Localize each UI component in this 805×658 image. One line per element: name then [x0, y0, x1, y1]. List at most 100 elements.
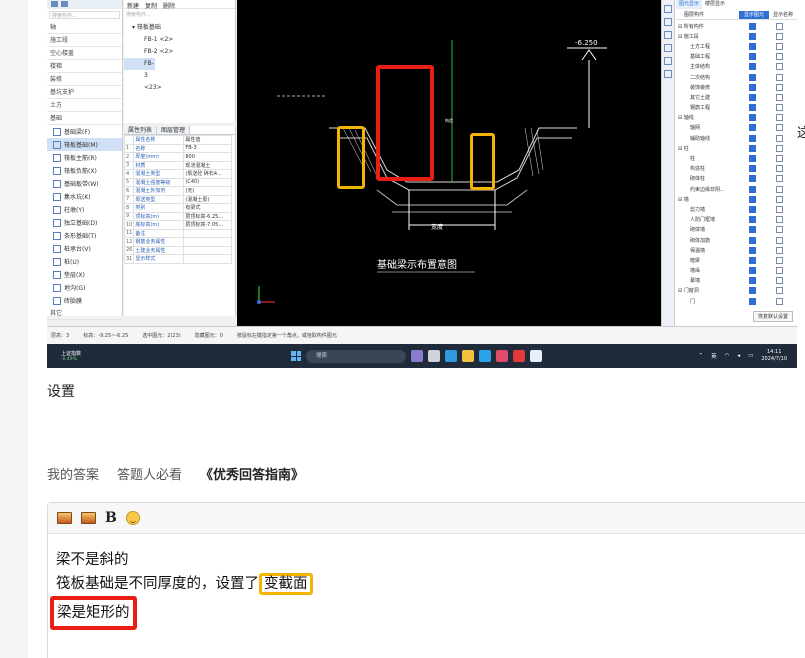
layer-name-checkbox[interactable] — [776, 124, 783, 132]
taskbar-search-input[interactable]: 搜索 — [306, 349, 406, 363]
nav-search-input[interactable]: 搜索构件... — [49, 11, 120, 19]
property-row[interactable]: 7 泵送类型 (混凝土泵) — [123, 194, 232, 204]
layer-name-checkbox[interactable] — [776, 165, 783, 173]
nav-foundation-item[interactable]: 集水坑(K) — [47, 190, 122, 203]
property-tab[interactable]: 图层管理 — [157, 126, 191, 134]
nav-foundation-item[interactable]: 垫层(X) — [47, 268, 122, 281]
layer-show-checkbox[interactable] — [749, 185, 756, 193]
layer-icon[interactable] — [664, 18, 672, 26]
emoji-icon[interactable] — [125, 511, 140, 525]
layer-show-checkbox[interactable] — [749, 134, 756, 142]
layer-show-checkbox[interactable] — [749, 63, 756, 71]
app-icon-5[interactable] — [496, 350, 508, 362]
cad-canvas[interactable]: -6.250 宽度 构造 基础梁示布置意图 — [237, 0, 661, 326]
layer-name-checkbox[interactable] — [776, 155, 783, 163]
nav-foundation-item[interactable]: 基础梁(F) — [47, 125, 122, 138]
layer-show-checkbox[interactable] — [749, 195, 756, 203]
layer-name-checkbox[interactable] — [776, 144, 783, 152]
nav-foundation-item[interactable]: 独立基础(D) — [47, 216, 122, 229]
layer-name-checkbox[interactable] — [776, 93, 783, 101]
properties-icon[interactable] — [664, 70, 672, 78]
nav-category[interactable]: 土方 — [47, 99, 122, 112]
battery-icon[interactable]: ▭ — [748, 353, 753, 359]
app-icon-t[interactable] — [479, 350, 491, 362]
expand-icon[interactable] — [51, 1, 58, 7]
layer-name-checkbox[interactable] — [776, 134, 783, 142]
property-row[interactable]: 9 顶标高(m) 层顶标高-6.25... — [123, 211, 232, 221]
layer-name-checkbox[interactable] — [776, 22, 783, 30]
layer-show-checkbox[interactable] — [749, 165, 756, 173]
list-icon[interactable] — [61, 1, 68, 7]
layer-tab[interactable]: 图元显示 — [676, 0, 703, 9]
layer-show-checkbox[interactable] — [749, 114, 756, 122]
layer-show-checkbox[interactable] — [749, 42, 756, 50]
property-row[interactable]: 1 名称 FB-3 — [123, 143, 232, 153]
layer-show-checkbox[interactable] — [749, 32, 756, 40]
layer-name-checkbox[interactable] — [776, 175, 783, 183]
layer-name-checkbox[interactable] — [776, 256, 783, 264]
nav-category[interactable]: 装修 — [47, 73, 122, 86]
chevron-up-icon[interactable]: ⌃ — [698, 353, 703, 359]
property-tab[interactable]: 属性列表 — [124, 126, 158, 134]
layer-name-checkbox[interactable] — [776, 73, 783, 81]
layer-name-checkbox[interactable] — [776, 297, 783, 305]
clock[interactable]: 14:11 2024/7/10 — [761, 349, 787, 363]
property-row[interactable]: 10 底标高(m) 层顶标高-7.05... — [123, 220, 232, 230]
layer-name-checkbox[interactable] — [776, 32, 783, 40]
layer-show-checkbox[interactable] — [749, 53, 756, 61]
image-upload-icon[interactable] — [81, 512, 96, 524]
layer-show-checkbox[interactable] — [749, 83, 756, 91]
layer-col-show[interactable]: 显示图元 — [739, 11, 769, 19]
property-row[interactable]: 8 类别 有梁式 — [123, 203, 232, 213]
nav-category[interactable]: 空心楼盖 — [47, 47, 122, 60]
property-row[interactable]: 4 混凝土类型 (泵送砼 碎石4... — [123, 169, 232, 179]
layer-show-checkbox[interactable] — [749, 297, 756, 305]
layer-name-checkbox[interactable] — [776, 42, 783, 50]
image-icon[interactable] — [57, 512, 72, 524]
layer-show-checkbox[interactable] — [749, 267, 756, 275]
layer-show-checkbox[interactable] — [749, 277, 756, 285]
layer-show-checkbox[interactable] — [749, 104, 756, 112]
zoom-icon[interactable] — [664, 44, 672, 52]
tree-toolbar-button[interactable]: 删除 — [163, 1, 175, 10]
tab-my-answer[interactable]: 我的答案 — [47, 464, 99, 483]
nav-category[interactable]: 轴 — [47, 21, 122, 34]
editor-body[interactable]: 梁不是斜的 筏板基础是不同厚度的，设置了 变截面 梁是矩形的 — [48, 534, 805, 630]
layer-name-checkbox[interactable] — [776, 83, 783, 91]
tree-toolbar-button[interactable]: 新建 — [127, 1, 139, 10]
nav-foundation-item[interactable]: 基础板带(W) — [47, 177, 122, 190]
layer-col-label[interactable]: 显示名称 — [769, 11, 797, 19]
layer-name-checkbox[interactable] — [776, 205, 783, 213]
layer-show-checkbox[interactable] — [749, 226, 756, 234]
layer-name-checkbox[interactable] — [776, 63, 783, 71]
edge-icon[interactable] — [445, 350, 457, 362]
tree-item[interactable]: FB-1 <2> — [124, 34, 235, 46]
nav-foundation-item[interactable]: 砖胎膜 — [47, 294, 122, 307]
nav-foundation-item[interactable]: 条形基础(T) — [47, 229, 122, 242]
layer-name-checkbox[interactable] — [776, 195, 783, 203]
layer-name-checkbox[interactable] — [776, 287, 783, 295]
nav-category[interactable]: 基坑支护 — [47, 86, 122, 99]
grid-icon[interactable] — [664, 31, 672, 39]
tree-toolbar-button[interactable]: 复制 — [145, 1, 157, 10]
nav-category[interactable]: 基础 — [47, 112, 122, 125]
layer-show-checkbox[interactable] — [749, 246, 756, 254]
layer-name-checkbox[interactable] — [776, 267, 783, 275]
property-row[interactable]: 2 厚度(mm) 800 — [123, 152, 232, 162]
property-row[interactable]: 6 混凝土外加剂 (无) — [123, 186, 232, 196]
view-icon[interactable] — [664, 5, 672, 13]
layer-show-checkbox[interactable] — [749, 155, 756, 163]
app-icon-2[interactable] — [428, 350, 440, 362]
layer-show-checkbox[interactable] — [749, 93, 756, 101]
layer-show-checkbox[interactable] — [749, 22, 756, 30]
stock-widget[interactable]: 上证指数 -0.49% — [61, 350, 221, 362]
property-row[interactable]: 26 土建业务属性 — [123, 245, 232, 255]
layer-name-checkbox[interactable] — [776, 246, 783, 254]
nav-foundation-item[interactable]: 柱墩(Y) — [47, 203, 122, 216]
fit-icon[interactable] — [664, 57, 672, 65]
answer-editor[interactable]: B 梁不是斜的 筏板基础是不同厚度的，设置了 变截面 梁是矩形的 — [47, 502, 805, 658]
layer-name-checkbox[interactable] — [776, 226, 783, 234]
layer-name-checkbox[interactable] — [776, 236, 783, 244]
layer-show-checkbox[interactable] — [749, 216, 756, 224]
tree-item[interactable]: FB-2 <2> — [124, 46, 235, 58]
